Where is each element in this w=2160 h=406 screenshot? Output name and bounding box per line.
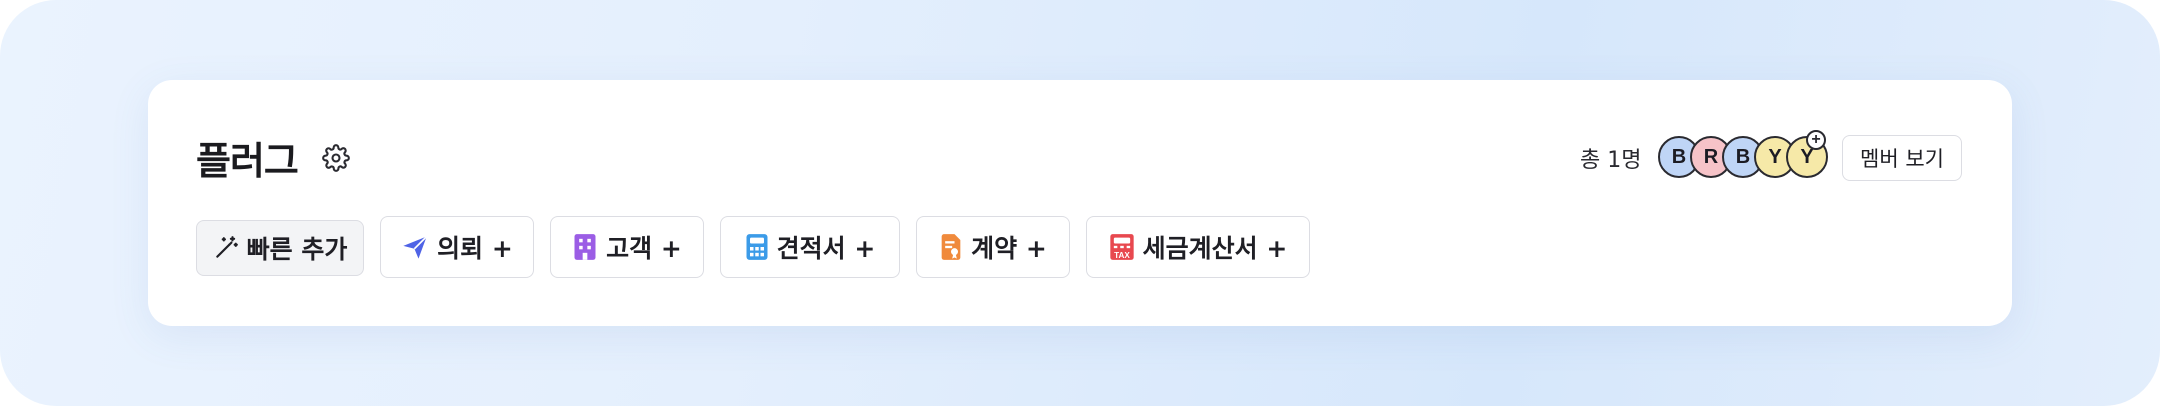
- request-label: 의뢰 +: [437, 234, 513, 263]
- gear-icon[interactable]: [322, 144, 350, 172]
- quick-add-label: 빠른 추가: [246, 235, 348, 264]
- svg-text:TAX: TAX: [1114, 251, 1130, 260]
- tax-invoice-label: 세금계산서 +: [1142, 234, 1288, 263]
- contract-add-button[interactable]: 계약 +: [916, 216, 1070, 278]
- contract-icon: [941, 234, 961, 260]
- estimate-add-button[interactable]: 견적서 +: [720, 216, 900, 278]
- add-member-icon[interactable]: +: [1806, 130, 1826, 150]
- calculator-icon: [746, 234, 768, 260]
- member-count: 총 1명: [1580, 148, 1642, 173]
- request-add-button[interactable]: 의뢰 +: [380, 216, 534, 278]
- customer-add-button[interactable]: 고객 +: [550, 216, 704, 278]
- building-icon: [574, 234, 596, 260]
- member-avatars[interactable]: B R B Y Y +: [1658, 130, 1838, 180]
- contract-label: 계약 +: [971, 234, 1047, 263]
- workspace-title: 플러그: [196, 139, 299, 183]
- view-members-button[interactable]: 멤버 보기: [1842, 135, 1962, 181]
- quick-add-button[interactable]: 빠른 추가: [196, 220, 364, 276]
- tax-invoice-icon: TAX: [1110, 234, 1134, 260]
- customer-label: 고객 +: [606, 234, 682, 263]
- estimate-label: 견적서 +: [776, 234, 876, 263]
- page-background: 플러그 총 1명 B R B Y Y + 멤버 보기 빠른 추가 의뢰 + 고객…: [0, 0, 2160, 406]
- paper-plane-icon: [403, 235, 428, 259]
- magic-wand-icon: [215, 236, 238, 258]
- workspace-card: 플러그 총 1명 B R B Y Y + 멤버 보기 빠른 추가 의뢰 + 고객…: [148, 80, 2012, 326]
- tax-invoice-add-button[interactable]: TAX 세금계산서 +: [1086, 216, 1310, 278]
